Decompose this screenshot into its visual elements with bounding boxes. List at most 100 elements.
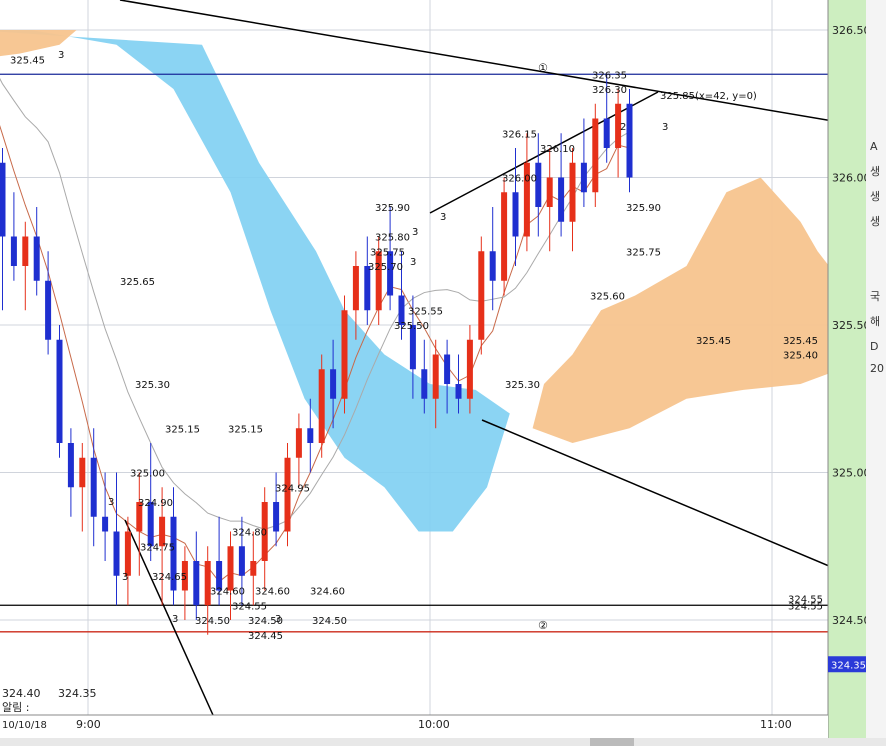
price-label: 324.45 [248,631,283,642]
candle-body [193,561,200,606]
candle-body [546,177,553,207]
price-label: 325.50 [394,321,429,332]
candle-body [466,339,473,399]
candle-body [204,561,211,606]
price-label: 325.45 [696,336,731,347]
candle-body [33,236,40,281]
pattern-number: 3 [122,572,128,583]
price-label: 325.45 [783,336,818,347]
scrollbar-thumb [590,738,634,746]
side-panel-letter: 생 [870,215,880,228]
y-axis-panel [828,0,866,746]
pattern-number: 3 [662,122,668,133]
candle-body [375,251,382,311]
candle-body [580,162,587,193]
pattern-number: 3 [412,227,418,238]
price-label: 324.55 [788,601,823,612]
pattern-number: 2 [620,122,626,133]
price-label: 324.60 [255,587,290,598]
candle-body [307,428,314,443]
price-label: 325.90 [375,203,410,214]
candle-body [341,310,348,399]
candle-body [79,457,86,488]
pattern-number: 3 [172,614,178,625]
price-label: 325.30 [135,380,170,391]
candle-body [569,162,576,222]
candle-body [432,354,439,399]
candle-body [489,251,496,281]
price-label: 325.75 [626,247,661,258]
candle-body [284,457,291,532]
candle-body [10,236,17,266]
annotation-top: 325.85(x=42, y=0) [660,91,757,102]
chart-root: ① 324.55 ② 325.45 325.65 325.30 325.15 325.15 32… [0,0,886,746]
price-label: 324.50 [312,616,347,627]
candle-body [113,531,120,576]
price-label: 325.30 [505,380,540,391]
price-label: 325.40 [783,351,818,362]
candle-body [250,561,257,576]
price-label: 325.55 [408,306,443,317]
side-panel-letter: 국 [870,290,880,303]
price-label: 326.35 [592,70,627,81]
candle-body [512,192,519,237]
scrollbar-track [0,738,886,746]
candle-body [227,546,234,591]
pattern-number: 3 [58,50,64,61]
pattern-number: 3 [275,614,281,625]
price-label: 324.60 [310,587,345,598]
candle-body [501,192,508,281]
x-tick-label: 10:00 [418,718,450,731]
candle-body [421,369,428,399]
side-panel-letter: D [870,340,878,353]
candle-body [318,369,325,443]
candle-body [124,531,131,576]
price-label: 325.65 [120,277,155,288]
side-panel-letter: 생 [870,190,880,203]
candle-body [0,162,6,237]
y-tick-label: 325.00 [832,467,871,480]
pattern-number: 3 [108,497,114,508]
candle-body [603,118,610,148]
price-label: 325.15 [228,424,263,435]
candle-body [330,369,337,399]
candle-body [455,384,462,399]
candle-body [67,443,74,488]
price-label: 324.80 [232,528,267,539]
candle-body [22,236,29,266]
bottom-value-1: 324.40 [2,687,41,700]
price-label: 324.60 [210,587,245,598]
price-label: 326.15 [502,129,537,140]
candle-body [295,428,302,458]
candle-body [592,118,599,193]
side-panel-letter: A [870,140,878,153]
y-tick-label: 326.00 [832,172,871,185]
candle-body [90,457,97,517]
price-label: 325.60 [590,292,625,303]
candle-body [102,516,109,532]
side-panel-letter: 해 [870,314,880,328]
price-label: 325.90 [626,203,661,214]
price-label: 324.90 [138,498,173,509]
candle-body [352,266,359,311]
price-label: 324.65 [152,572,187,583]
price-label: 326.30 [592,85,627,96]
side-panel-letter: 생 [870,165,880,178]
side-panel-letter: 20 [870,362,884,375]
price-label: 324.95 [275,483,310,494]
pattern-number: 3 [440,212,446,223]
y-tick-label: 326.50 [832,24,871,37]
price-label: 324.50 [195,616,230,627]
y-tick-label: 324.50 [832,614,871,627]
price-label: 326.10 [540,144,575,155]
price-label: 325.75 [370,247,405,258]
price-label: 326.00 [502,174,537,185]
price-label: 325.80 [375,233,410,244]
price-label: 324.75 [140,542,175,553]
pattern-number: 3 [410,257,416,268]
candlestick-chart[interactable]: ①324.55②325.45325.65325.30325.15 325.1532… [0,0,886,746]
x-tick-label: 11:00 [760,718,792,731]
candle-body [56,339,63,443]
price-label: 325.15 [165,424,200,435]
date-label: 10/10/18 [2,720,47,731]
